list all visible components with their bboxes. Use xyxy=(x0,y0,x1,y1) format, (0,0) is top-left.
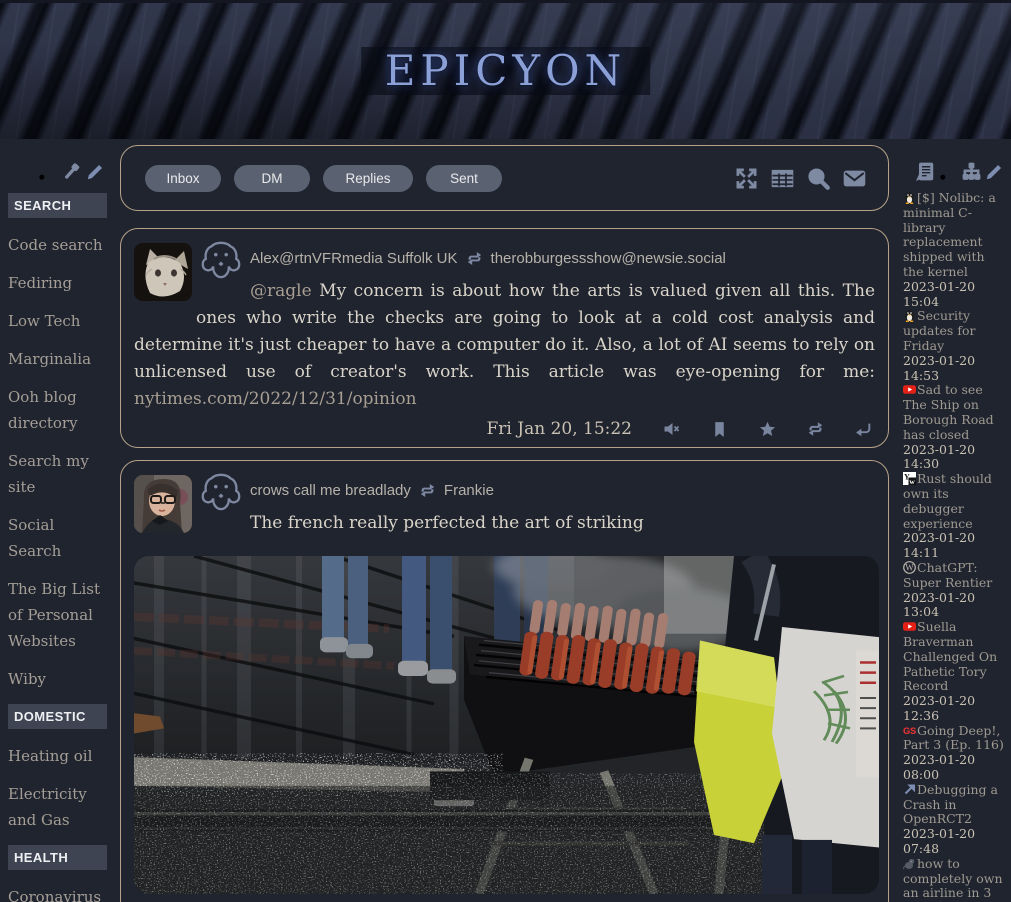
gs-favicon: GSGS xyxy=(903,724,916,737)
profile-banner[interactable]: EPICYON xyxy=(0,0,1011,139)
post-external-link[interactable]: nytimes.com/2022/12/31/opinion xyxy=(134,389,417,409)
post-attached-photo[interactable] xyxy=(134,556,879,894)
lwn-penguin-favicon xyxy=(903,309,916,322)
edit-pen-icon[interactable] xyxy=(985,162,1004,181)
links-column: SEARCH Code search Fediring Low Tech Mar… xyxy=(8,160,107,902)
timeline-header: Inbox DM Replies Sent xyxy=(120,145,889,211)
bookmark-icon[interactable] xyxy=(711,421,728,438)
calendar-grid-icon[interactable] xyxy=(771,167,794,190)
sidebar-link-code-search[interactable]: Code search xyxy=(8,232,107,258)
newswire-column: [$] Nolibc: a minimal C-library replacem… xyxy=(903,160,1007,901)
section-header-health: HEALTH xyxy=(8,845,107,870)
sidebar-link-coronavirus-statistics[interactable]: Coronavirus statistics xyxy=(8,884,107,902)
post-content: The french really perfected the art of s… xyxy=(134,510,875,537)
dog-icon xyxy=(198,471,244,513)
youtube-favicon xyxy=(903,620,916,633)
newswire-date: 2023-01-20 07:48 xyxy=(903,827,1007,857)
newswire-date: 2023-01-20 14:30 xyxy=(903,443,1007,473)
animal-favicon xyxy=(903,857,916,870)
newswire-headline[interactable]: ChatGPT: Super Rentier xyxy=(903,560,992,590)
newswire-date: 2023-01-20 14:11 xyxy=(903,531,1007,561)
wordpress-favicon: W xyxy=(903,561,916,574)
sidebar-link-heating-oil[interactable]: Heating oil xyxy=(8,743,107,769)
newswire-item: Sad to see The Ship on Borough Road has … xyxy=(903,383,1007,472)
envelope-icon[interactable] xyxy=(843,167,866,190)
newswire-headline[interactable]: [$] Nolibc: a minimal C-library replacem… xyxy=(903,190,996,279)
search-icon[interactable] xyxy=(807,167,830,190)
newswire-item: Yw Rust should own its debugger experien… xyxy=(903,472,1007,561)
sidebar-link-big-list-personal-websites[interactable]: The Big List of Personal Websites xyxy=(8,576,107,654)
newswire-headline[interactable]: Going Deep!, Part 3 (Ep. 116) xyxy=(903,723,1004,753)
timeline-tabs: Inbox DM Replies Sent xyxy=(145,165,502,192)
newswire-headline[interactable]: Debugging a Crash in OpenRCT2 xyxy=(903,782,998,827)
newswire-item: [$] Nolibc: a minimal C-library replacem… xyxy=(903,191,1007,309)
newswire-items: [$] Nolibc: a minimal C-library replacem… xyxy=(903,191,1007,901)
post-content: @ragle My concern is about how the arts … xyxy=(134,278,875,413)
categories-tree-icon[interactable] xyxy=(962,162,981,181)
rss-feed-icon[interactable] xyxy=(38,162,57,181)
sidebar-link-electricity-and-gas[interactable]: Electricity and Gas xyxy=(8,781,107,833)
sidebar-link-social-search[interactable]: Social Search xyxy=(8,512,107,564)
mute-icon[interactable] xyxy=(663,421,680,438)
tab-sent[interactable]: Sent xyxy=(426,165,502,192)
newswire-item: Debugging a Crash in OpenRCT2 2023-01-20… xyxy=(903,783,1007,857)
section-header-search: SEARCH xyxy=(8,193,107,218)
mention-link[interactable]: @ragle xyxy=(250,281,312,301)
sidebar-link-fediring[interactable]: Fediring xyxy=(8,270,107,296)
newswire-item: W ChatGPT: Super Rentier 2023-01-20 13:0… xyxy=(903,561,1007,620)
newswire-date: 2023-01-20 15:04 xyxy=(903,280,1007,310)
instance-title: EPICYON xyxy=(361,47,651,95)
document-history-icon[interactable] xyxy=(916,162,935,181)
newswire-headline[interactable]: Sad to see The Ship on Borough Road has … xyxy=(903,382,994,441)
sidebar-link-low-tech[interactable]: Low Tech xyxy=(8,308,107,334)
newswire-headline[interactable]: Suella Braverman Challenged On Pathetic … xyxy=(903,619,997,693)
newswire-date: 2023-01-20 12:36 xyxy=(903,694,1007,724)
post-reply-to-handle[interactable]: therobburgessshow@newsie.social xyxy=(491,250,726,267)
newswire-item: how to completely own an airline in 3 xyxy=(903,857,1007,901)
reply-chain-icon xyxy=(466,251,483,266)
youtube-favicon xyxy=(903,383,916,396)
sidebar-link-wiby[interactable]: Wiby xyxy=(8,666,107,692)
post-timestamp[interactable]: Fri Jan 20, 15:22 xyxy=(487,419,633,439)
tab-dm[interactable]: DM xyxy=(234,165,310,192)
star-icon[interactable] xyxy=(759,421,776,438)
edit-pen-icon[interactable] xyxy=(86,162,105,181)
svg-text:w: w xyxy=(909,477,915,485)
reply-chain-icon xyxy=(419,483,436,498)
avatar[interactable] xyxy=(134,475,192,533)
post-text: My concern is about how the arts is valu… xyxy=(134,281,875,382)
dog-icon xyxy=(198,239,244,281)
newswire-date: 2023-01-20 13:04 xyxy=(903,591,1007,621)
expand-icon[interactable] xyxy=(735,167,758,190)
lwn-penguin-favicon xyxy=(903,191,916,204)
newswire-date: 2023-01-20 14:53 xyxy=(903,354,1007,384)
newswire-date: 2023-01-20 08:00 xyxy=(903,753,1007,783)
sidebar-link-marginalia[interactable]: Marginalia xyxy=(8,346,107,372)
post-author[interactable]: crows call me breadlady xyxy=(250,482,411,499)
svg-text:W: W xyxy=(905,563,914,573)
avatar[interactable] xyxy=(134,243,192,301)
yw-favicon: Yw xyxy=(903,472,916,485)
newswire-headline[interactable]: how to completely own an airline in 3 xyxy=(903,856,1003,901)
newswire-item: Suella Braverman Challenged On Pathetic … xyxy=(903,620,1007,724)
hammer-links-icon[interactable] xyxy=(62,162,81,181)
sidebar-link-ooh-blog-directory[interactable]: Ooh blog directory xyxy=(8,384,107,436)
timeline-post: crows call me breadlady Frankie The fren… xyxy=(120,460,889,902)
newswire-item: GSGS Going Deep!, Part 3 (Ep. 116) 2023-… xyxy=(903,724,1007,783)
svg-text:GS: GS xyxy=(903,726,916,736)
timeline-post: Alex@rtnVFRmedia Suffolk UK therobburges… xyxy=(120,228,889,448)
reply-icon[interactable] xyxy=(855,421,872,438)
repeat-icon[interactable] xyxy=(807,421,824,438)
newswire-headline[interactable]: Rust should own its debugger experience xyxy=(903,471,992,530)
arrow-up-right-favicon xyxy=(903,783,916,796)
newswire-item: Security updates for Friday 2023-01-20 1… xyxy=(903,309,1007,383)
post-author[interactable]: Alex@rtnVFRmedia Suffolk UK xyxy=(250,250,458,267)
section-header-domestic: DOMESTIC xyxy=(8,704,107,729)
sidebar-link-search-my-site[interactable]: Search my site xyxy=(8,448,107,500)
rss-feed-icon[interactable] xyxy=(939,162,958,181)
post-reply-to-handle[interactable]: Frankie xyxy=(444,482,494,499)
tab-inbox[interactable]: Inbox xyxy=(145,165,221,192)
tab-replies[interactable]: Replies xyxy=(323,165,413,192)
